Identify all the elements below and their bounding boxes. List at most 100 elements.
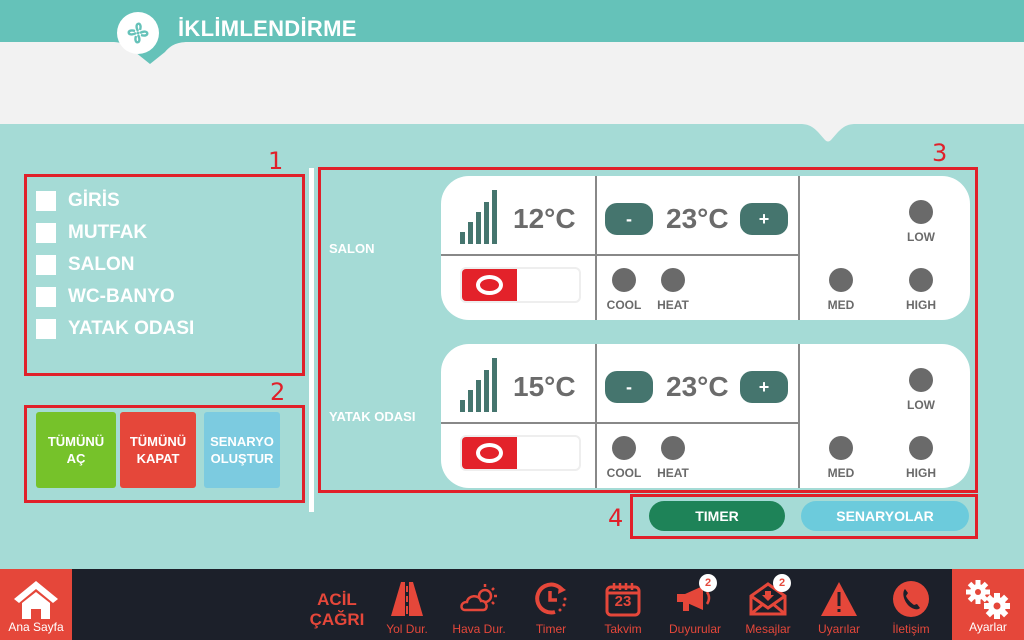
scenarios-tab[interactable]: SENARYOLAR: [801, 501, 969, 531]
checkbox[interactable]: [36, 223, 56, 243]
current-temperature: 12°C: [513, 203, 576, 234]
room-label: MUTFAK: [68, 222, 148, 243]
nav-label: Takvim: [604, 622, 642, 636]
timer-tab[interactable]: TIMER: [649, 501, 785, 531]
mode-label: COOL: [606, 298, 642, 312]
close-all-button[interactable]: TÜMÜNÜ KAPAT: [120, 412, 196, 488]
nav-home[interactable]: Ana Sayfa: [0, 569, 72, 640]
room-checkbox-yatak-odasi[interactable]: YATAK ODASI: [36, 318, 194, 340]
nav-label: Mesajlar: [745, 622, 791, 636]
fan-icon: [117, 12, 159, 54]
nav-contact[interactable]: İletişim: [886, 569, 936, 640]
nav-label: Timer: [535, 622, 567, 636]
fan-med-radio[interactable]: [829, 436, 853, 460]
checkbox[interactable]: [36, 319, 56, 339]
calendar-day: 23: [614, 593, 632, 610]
card-divider: [441, 254, 798, 256]
annotation-number-1: 1: [268, 147, 284, 175]
nav-label: Duyurular: [668, 622, 722, 636]
annotation-number-2: 2: [270, 378, 286, 406]
ac-card-salon: 12°C - 23°C + COOL HEAT LOW MED HIGH: [441, 176, 970, 320]
fan-low-radio[interactable]: [909, 368, 933, 392]
room-label: SALON: [68, 254, 135, 275]
ac-card-yatak-odasi: 15°C - 23°C + COOL HEAT LOW MED HIGH: [441, 344, 970, 488]
gear-icon: [962, 579, 1014, 619]
create-scenario-button[interactable]: SENARYO OLUŞTUR: [204, 412, 280, 488]
power-toggle[interactable]: [460, 267, 581, 303]
fan-med-radio[interactable]: [829, 268, 853, 292]
nav-timer[interactable]: Timer: [526, 569, 576, 640]
content-notch: [790, 120, 865, 142]
home-icon: [12, 579, 60, 619]
ac-room-name: SALON: [329, 241, 375, 256]
card-divider: [595, 176, 597, 320]
nav-calendar[interactable]: 23 Takvim: [598, 569, 648, 640]
mode-label: HEAT: [657, 466, 689, 480]
open-all-button[interactable]: TÜMÜNÜ AÇ: [36, 412, 116, 488]
nav-road-status[interactable]: Yol Dur.: [380, 569, 434, 640]
weather-icon: [459, 579, 499, 619]
checkbox[interactable]: [36, 255, 56, 275]
target-temperature: 23°C: [666, 203, 729, 234]
mode-label: COOL: [606, 466, 642, 480]
room-checkbox-wc-banyo[interactable]: WC-BANYO: [36, 286, 175, 308]
room-label: WC-BANYO: [68, 286, 175, 307]
room-label: GİRİS: [68, 190, 120, 211]
notification-badge: 2: [699, 574, 717, 592]
mode-label: HEAT: [657, 298, 689, 312]
nav-label: Ayarlar: [969, 620, 1007, 634]
emergency-call-button[interactable]: ACİL ÇAĞRI: [308, 590, 366, 630]
ac-room-name: YATAK ODASI: [329, 409, 416, 424]
card-divider: [595, 344, 597, 488]
nav-label: Ana Sayfa: [8, 620, 64, 634]
signal-strength-icon: [460, 358, 497, 412]
road-icon: [389, 579, 425, 619]
mode-heat-radio[interactable]: [661, 436, 685, 460]
phone-icon: [892, 579, 930, 619]
room-checkbox-giris[interactable]: GİRİS: [36, 190, 120, 212]
nav-label: Hava Dur.: [452, 622, 506, 636]
nav-messages[interactable]: 2 Mesajlar: [740, 569, 796, 640]
card-divider: [798, 176, 800, 320]
calendar-icon: 23: [605, 579, 641, 619]
fan-label: LOW: [907, 230, 935, 244]
mode-heat-radio[interactable]: [661, 268, 685, 292]
nav-announcements[interactable]: 2 Duyurular: [665, 569, 725, 640]
power-toggle[interactable]: [460, 435, 581, 471]
fan-high-radio[interactable]: [909, 268, 933, 292]
mode-cool-radio[interactable]: [612, 268, 636, 292]
current-temperature: 15°C: [513, 371, 576, 402]
decrease-temp-button[interactable]: -: [605, 371, 653, 403]
power-icon: [462, 269, 517, 301]
increase-temp-button[interactable]: +: [740, 371, 788, 403]
increase-temp-button[interactable]: +: [740, 203, 788, 235]
nav-label: Yol Dur.: [386, 622, 428, 636]
nav-weather[interactable]: Hava Dur.: [446, 569, 512, 640]
fan-label: MED: [827, 298, 855, 312]
vertical-divider: [309, 168, 314, 512]
signal-strength-icon: [460, 190, 497, 244]
nav-settings[interactable]: Ayarlar: [952, 569, 1024, 640]
mode-cool-radio[interactable]: [612, 436, 636, 460]
nav-label: Uyarılar: [817, 622, 860, 636]
checkbox[interactable]: [36, 287, 56, 307]
room-label: YATAK ODASI: [68, 318, 195, 339]
checkbox[interactable]: [36, 191, 56, 211]
nav-label: İletişim: [892, 622, 930, 636]
fan-low-radio[interactable]: [909, 200, 933, 224]
room-checkbox-mutfak[interactable]: MUTFAK: [36, 222, 147, 244]
notification-badge: 2: [773, 574, 791, 592]
fan-label: MED: [827, 466, 855, 480]
fan-label: LOW: [907, 398, 935, 412]
card-divider: [441, 422, 798, 424]
nav-warnings[interactable]: Uyarılar: [814, 569, 864, 640]
decrease-temp-button[interactable]: -: [605, 203, 653, 235]
room-checkbox-salon[interactable]: SALON: [36, 254, 135, 276]
annotation-number-4: 4: [608, 504, 624, 532]
fan-label: HIGH: [906, 466, 936, 480]
power-icon: [462, 437, 517, 469]
page-title: İKLİMLENDİRME: [178, 16, 357, 41]
fan-high-radio[interactable]: [909, 436, 933, 460]
target-temperature: 23°C: [666, 371, 729, 402]
card-divider: [798, 344, 800, 488]
